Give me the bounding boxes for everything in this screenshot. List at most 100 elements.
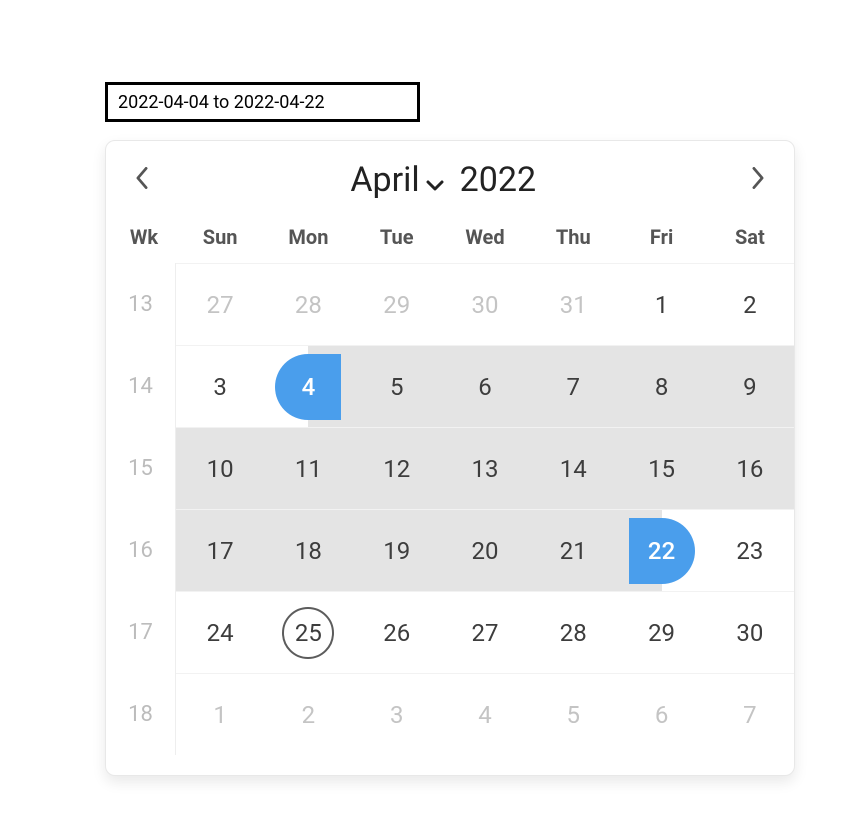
- year-input[interactable]: [458, 159, 550, 201]
- day-number: 27: [472, 619, 499, 647]
- day-number: 4: [478, 701, 492, 729]
- day-number: 1: [213, 701, 227, 729]
- calendar-popup: April Wk Sun Mon Tue Wed Thu Fri Sat 132…: [105, 140, 795, 776]
- prev-month-button[interactable]: [128, 166, 156, 194]
- day-cell: 29: [353, 263, 441, 345]
- day-cell[interactable]: 10: [176, 427, 264, 509]
- day-number: 21: [560, 537, 587, 565]
- calendar-header: April: [106, 141, 794, 211]
- week-number-cell: 16: [106, 509, 176, 591]
- day-cell[interactable]: 2: [706, 263, 794, 345]
- day-cell[interactable]: 5: [353, 345, 441, 427]
- day-number: 7: [743, 701, 757, 729]
- day-cell[interactable]: 24: [176, 591, 264, 673]
- day-number: 13: [472, 455, 499, 483]
- day-number: 9: [743, 373, 757, 401]
- week-number-cell: 17: [106, 591, 176, 673]
- day-number: 5: [567, 701, 581, 729]
- day-cell[interactable]: 23: [706, 509, 794, 591]
- week-number-cell: 14: [106, 345, 176, 427]
- day-cell[interactable]: 8: [617, 345, 705, 427]
- day-number: 15: [648, 455, 675, 483]
- day-cell[interactable]: 3: [176, 345, 264, 427]
- day-cell: 27: [176, 263, 264, 345]
- day-number: 10: [207, 455, 234, 483]
- weekday-header-thu: Thu: [529, 211, 617, 263]
- day-cell: 30: [441, 263, 529, 345]
- day-number: 27: [207, 291, 234, 319]
- day-number: 31: [560, 291, 587, 319]
- day-cell: 4: [441, 673, 529, 755]
- day-number: 19: [383, 537, 410, 565]
- day-cell[interactable]: 1: [617, 263, 705, 345]
- day-cell: 1: [176, 673, 264, 755]
- day-number: 30: [472, 291, 499, 319]
- day-number: 12: [383, 455, 410, 483]
- day-cell[interactable]: 11: [264, 427, 352, 509]
- day-cell[interactable]: 4: [264, 345, 352, 427]
- day-cell[interactable]: 18: [264, 509, 352, 591]
- day-cell[interactable]: 21: [529, 509, 617, 591]
- day-cell[interactable]: 26: [353, 591, 441, 673]
- day-number: 2: [743, 291, 757, 319]
- day-number: 23: [736, 537, 763, 565]
- day-cell[interactable]: 19: [353, 509, 441, 591]
- day-cell[interactable]: 30: [706, 591, 794, 673]
- weekday-header-wed: Wed: [441, 211, 529, 263]
- weekday-header-fri: Fri: [617, 211, 705, 263]
- day-number: 2: [302, 701, 316, 729]
- day-cell[interactable]: 6: [441, 345, 529, 427]
- weekday-header-tue: Tue: [353, 211, 441, 263]
- day-cell: 28: [264, 263, 352, 345]
- week-number-cell: 13: [106, 263, 176, 345]
- day-cell[interactable]: 9: [706, 345, 794, 427]
- day-cell[interactable]: 14: [529, 427, 617, 509]
- chevron-right-icon: [751, 167, 765, 193]
- month-select[interactable]: April: [350, 160, 443, 200]
- day-cell[interactable]: 12: [353, 427, 441, 509]
- day-cell: 2: [264, 673, 352, 755]
- day-cell[interactable]: 16: [706, 427, 794, 509]
- day-cell[interactable]: 20: [441, 509, 529, 591]
- day-number: 28: [295, 291, 322, 319]
- month-label: April: [350, 160, 419, 200]
- day-number: 8: [655, 373, 669, 401]
- date-range-input[interactable]: [105, 82, 420, 122]
- day-cell: 6: [617, 673, 705, 755]
- day-number: 16: [736, 455, 763, 483]
- next-month-button[interactable]: [744, 166, 772, 194]
- day-cell[interactable]: 22: [617, 509, 705, 591]
- day-number: 6: [478, 373, 492, 401]
- day-number: 28: [560, 619, 587, 647]
- chevron-down-icon: [426, 179, 444, 191]
- day-cell: 31: [529, 263, 617, 345]
- day-cell[interactable]: 13: [441, 427, 529, 509]
- day-cell[interactable]: 7: [529, 345, 617, 427]
- day-cell[interactable]: 29: [617, 591, 705, 673]
- day-cell: 7: [706, 673, 794, 755]
- day-number: 1: [655, 291, 669, 319]
- day-number: 24: [207, 619, 234, 647]
- day-cell[interactable]: 28: [529, 591, 617, 673]
- day-cell[interactable]: 15: [617, 427, 705, 509]
- day-number: 29: [383, 291, 410, 319]
- day-number: 22: [648, 537, 675, 565]
- calendar-grid: Wk Sun Mon Tue Wed Thu Fri Sat 132728293…: [106, 211, 794, 755]
- day-number: 6: [655, 701, 669, 729]
- day-cell: 3: [353, 673, 441, 755]
- day-number: 4: [302, 373, 316, 401]
- day-number: 3: [213, 373, 227, 401]
- week-number-header: Wk: [106, 211, 176, 263]
- weekday-header-sat: Sat: [706, 211, 794, 263]
- day-number: 29: [648, 619, 675, 647]
- day-cell[interactable]: 25: [264, 591, 352, 673]
- month-year-group: April: [350, 159, 549, 201]
- day-cell[interactable]: 17: [176, 509, 264, 591]
- day-number: 20: [472, 537, 499, 565]
- day-number: 14: [560, 455, 587, 483]
- day-number: 7: [567, 373, 581, 401]
- day-cell[interactable]: 27: [441, 591, 529, 673]
- day-number: 11: [295, 455, 322, 483]
- day-number: 26: [383, 619, 410, 647]
- day-number: 18: [295, 537, 322, 565]
